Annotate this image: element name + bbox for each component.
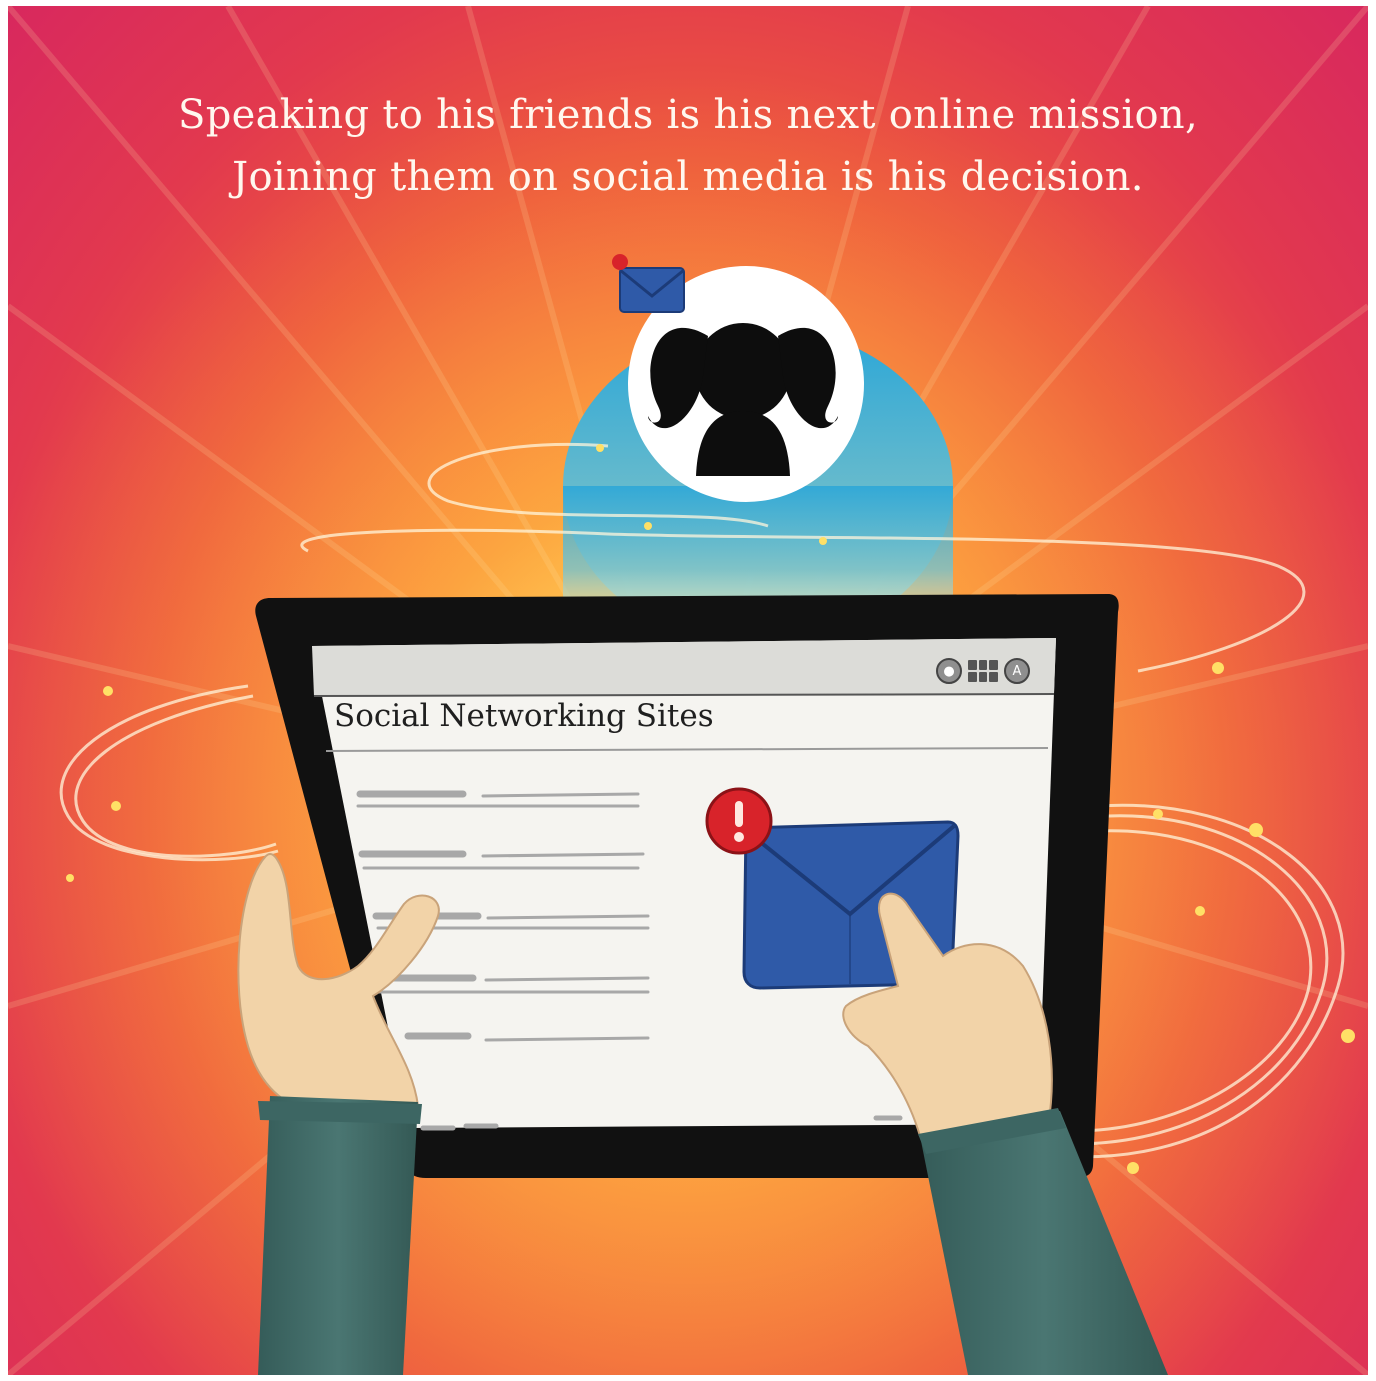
- site-title: Social Networking Sites: [334, 698, 714, 734]
- envelope-icon: [612, 254, 685, 313]
- bell-icon[interactable]: ●: [936, 658, 962, 684]
- left-hand: [237, 852, 440, 1375]
- illustration: [59, 254, 1355, 1375]
- storybook-page: Speaking to his friends is his next onli…: [8, 6, 1368, 1375]
- screen-toolbar: ● A: [936, 657, 1044, 685]
- apps-grid-icon[interactable]: [968, 660, 998, 682]
- alert-badge: [705, 787, 773, 855]
- account-icon[interactable]: A: [1004, 658, 1030, 684]
